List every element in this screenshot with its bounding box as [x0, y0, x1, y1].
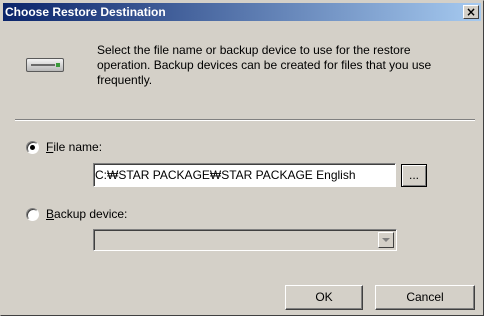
cancel-button[interactable]: Cancel [375, 285, 475, 310]
backup-device-icon [26, 58, 64, 72]
close-icon: × [465, 5, 477, 19]
backup-device-select[interactable] [93, 229, 397, 251]
dialog-description: Select the file name or backup device to… [97, 43, 432, 87]
file-name-input[interactable]: C:₩STAR PACKAGE₩STAR PACKAGE English [93, 163, 396, 187]
close-button[interactable]: × [463, 5, 479, 19]
title-bar[interactable]: Choose Restore Destination × [3, 3, 481, 21]
backup-device-label[interactable]: Backup device: [46, 207, 127, 221]
restore-destination-dialog: Choose Restore Destination × Select the … [0, 0, 484, 316]
browse-button[interactable]: ... [401, 164, 427, 187]
dialog-title: Choose Restore Destination [5, 5, 166, 19]
file-name-label[interactable]: File name: [46, 140, 102, 154]
ok-button[interactable]: OK [285, 285, 363, 310]
file-name-radio[interactable] [26, 141, 39, 154]
backup-device-radio[interactable] [26, 208, 39, 221]
chevron-down-icon[interactable] [378, 232, 394, 248]
